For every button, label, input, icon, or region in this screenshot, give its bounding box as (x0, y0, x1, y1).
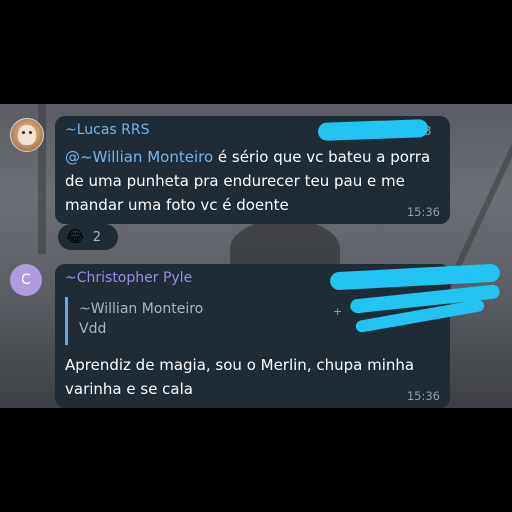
redaction-scribble (317, 119, 429, 141)
user-avatar[interactable] (10, 118, 44, 152)
message-time: 15:36 (406, 205, 440, 219)
partial-indicator: + (333, 305, 343, 318)
laughing-emoji-icon: 😂 (66, 227, 85, 246)
sender-name[interactable]: ~Christopher Pyle (65, 270, 192, 286)
letterbox-top (0, 0, 512, 104)
reply-sender-name: ~Willian Monteiro (79, 301, 204, 317)
message-text: Aprendiz de magia, sou o Merlin, chupa m… (65, 356, 415, 398)
dog-avatar-icon (18, 125, 36, 145)
message-time: 15:36 (406, 389, 440, 403)
sender-name[interactable]: ~Lucas RRS (65, 122, 150, 138)
reaction-chip[interactable]: 😂 2 (58, 224, 118, 250)
reply-quote[interactable]: ~Willian Monteiro Vdd (65, 297, 365, 345)
reaction-count: 2 (92, 229, 101, 245)
avatar-letter: C (21, 272, 31, 288)
message-text: @~Willian Monteiro é sério que vc bateu … (65, 145, 440, 217)
mention-link[interactable]: @~Willian Monteiro (65, 148, 213, 166)
reply-text: Vdd (79, 321, 107, 337)
user-avatar[interactable]: C (10, 264, 42, 296)
letterbox-bottom (0, 408, 512, 512)
